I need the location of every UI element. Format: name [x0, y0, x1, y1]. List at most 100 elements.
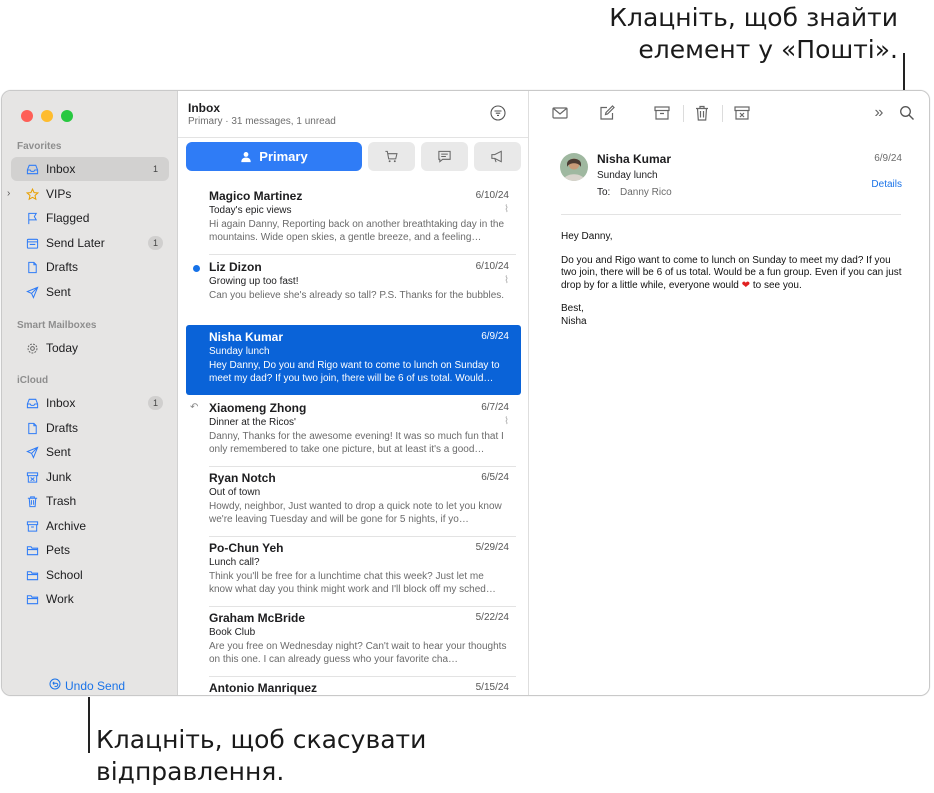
toolbar-divider	[683, 105, 684, 122]
message-row[interactable]: Liz Dizon 6/10/24 Growing up too fast! ⌇…	[186, 255, 521, 325]
disclosure-chevron-icon[interactable]: ›	[7, 188, 10, 199]
folder-icon	[25, 592, 39, 606]
star-icon	[25, 187, 39, 201]
tab-updates[interactable]	[421, 142, 468, 171]
paperclip-icon: ⌇	[504, 204, 509, 215]
message-bubble-icon	[438, 150, 451, 163]
sidebar-item-icloud-drafts[interactable]: Drafts	[11, 416, 169, 440]
sidebar-item-icloud-sent[interactable]: Sent	[11, 440, 169, 464]
tab-transactions[interactable]	[368, 142, 415, 171]
person-icon	[241, 151, 251, 162]
message-row[interactable]: Magico Martinez 6/10/24 Today's epic vie…	[186, 184, 521, 254]
details-link[interactable]: Details	[871, 179, 902, 190]
sidebar-item-label: School	[46, 568, 83, 582]
message-row[interactable]: ↶ Xiaomeng Zhong 6/7/24 Dinner at the Ri…	[186, 396, 521, 466]
archive-icon	[25, 519, 39, 533]
toolbar-divider	[722, 105, 723, 122]
message-preview: Howdy, neighbor, Just wanted to drop a q…	[209, 501, 502, 525]
archive-button[interactable]	[653, 104, 671, 122]
recipient-label: To:	[597, 187, 611, 198]
message-subject: Lunch call?	[209, 557, 260, 568]
junk-icon	[734, 106, 750, 120]
tab-promotions[interactable]	[474, 142, 521, 171]
filter-button[interactable]	[490, 105, 506, 121]
junk-icon	[25, 470, 39, 484]
message-date: 6/5/24	[481, 472, 509, 483]
message-row[interactable]: Antonio Manriquez 5/15/24	[186, 676, 521, 695]
sidebar-item-favorites-inbox[interactable]: Inbox 1	[11, 157, 169, 181]
message-preview: Are you free on Wednesday night? Can't w…	[209, 641, 507, 665]
window-controls	[21, 110, 73, 122]
message-date-header: 6/9/24	[874, 153, 902, 164]
paperclip-icon: ⌇	[504, 416, 509, 427]
delete-button[interactable]	[693, 104, 711, 122]
sidebar-item-vips[interactable]: › VIPs	[7, 182, 169, 206]
search-callout-line2: елемент у «Пошті».	[638, 35, 898, 64]
more-toolbar-icon[interactable]: »	[870, 104, 888, 122]
sidebar-item-work[interactable]: Work	[11, 587, 169, 611]
message-subject: Dinner at the Ricos'	[209, 417, 296, 428]
sidebar-item-archive[interactable]: Archive	[11, 514, 169, 538]
message-date: 5/29/24	[475, 542, 509, 553]
message-sender: Po-Chun Yeh	[209, 541, 284, 555]
message-row-selected[interactable]: Nisha Kumar 6/9/24 Sunday lunch Hey Dann…	[186, 325, 521, 395]
message-preview: Hi again Danny, Reporting back on anothe…	[209, 219, 505, 243]
sidebar-item-icloud-inbox[interactable]: Inbox 1	[11, 391, 169, 415]
recipient-name[interactable]: Danny Rico	[620, 187, 672, 198]
undo-send-button[interactable]: Undo Send	[49, 678, 125, 693]
search-callout-line1: Клацніть, щоб знайти	[609, 3, 898, 32]
mailbox-title: Inbox	[188, 101, 220, 115]
minimize-button[interactable]	[41, 110, 53, 122]
search-icon	[900, 106, 914, 120]
sidebar-item-label: Inbox	[46, 162, 76, 176]
unread-count: 1	[152, 164, 158, 174]
message-date: 6/9/24	[481, 331, 509, 342]
paperplane-icon	[25, 445, 39, 459]
message-date: 6/10/24	[475, 261, 509, 272]
message-subject-header: Sunday lunch	[597, 170, 658, 181]
compose-button[interactable]	[598, 104, 616, 122]
undo-arrow-icon	[49, 678, 61, 693]
junk-button[interactable]	[733, 104, 751, 122]
megaphone-icon	[491, 150, 502, 163]
body-signoff: Best,	[561, 303, 584, 314]
trash-icon	[696, 105, 708, 121]
sidebar-item-label: Trash	[46, 494, 77, 508]
sidebar-item-label: Work	[46, 592, 74, 606]
sidebar-item-school[interactable]: School	[11, 563, 169, 587]
message-sender: Magico Martinez	[209, 189, 303, 203]
search-button[interactable]	[898, 104, 916, 122]
body-text-end: to see you.	[752, 279, 802, 291]
get-mail-button[interactable]	[551, 104, 569, 122]
sidebar-item-flagged[interactable]: Flagged	[11, 206, 169, 230]
sidebar-item-label: Send Later	[46, 236, 105, 250]
message-date: 6/10/24	[475, 190, 509, 201]
message-body: Hey Danny, Do you and Rigo want to come …	[561, 231, 906, 328]
message-row[interactable]: Graham McBride 5/22/24 Book Club Are you…	[186, 606, 521, 676]
undo-callout-line2: відправлення.	[96, 757, 285, 786]
sidebar-item-trash[interactable]: Trash	[11, 489, 169, 513]
zoom-button[interactable]	[61, 110, 73, 122]
close-button[interactable]	[21, 110, 33, 122]
tab-primary-label: Primary	[259, 149, 308, 164]
sidebar-item-today[interactable]: Today	[11, 336, 169, 360]
message-row[interactable]: Ryan Notch 6/5/24 Out of town Howdy, nei…	[186, 466, 521, 536]
sidebar-item-favorites-drafts[interactable]: Drafts	[11, 255, 169, 279]
document-icon	[25, 421, 39, 435]
sidebar-item-send-later[interactable]: Send Later 1	[11, 231, 169, 255]
body-paragraph: Do you and Rigo want to come to lunch on…	[561, 255, 906, 293]
message-row[interactable]: Po-Chun Yeh 5/29/24 Lunch call? Think yo…	[186, 536, 521, 606]
replied-arrow-icon: ↶	[190, 402, 199, 413]
tab-primary[interactable]: Primary	[186, 142, 362, 171]
document-icon	[25, 260, 39, 274]
sidebar-item-favorites-sent[interactable]: Sent	[11, 280, 169, 304]
trash-icon	[25, 494, 39, 508]
body-greeting: Hey Danny,	[561, 231, 613, 242]
mailbox-subtitle: Primary · 31 messages, 1 unread	[188, 116, 336, 127]
message-sender: Xiaomeng Zhong	[209, 401, 307, 415]
tray-icon	[25, 396, 39, 410]
sidebar-item-junk[interactable]: Junk	[11, 465, 169, 489]
sidebar-item-pets[interactable]: Pets	[11, 538, 169, 562]
archive-icon	[654, 106, 670, 120]
compose-icon	[600, 105, 615, 120]
